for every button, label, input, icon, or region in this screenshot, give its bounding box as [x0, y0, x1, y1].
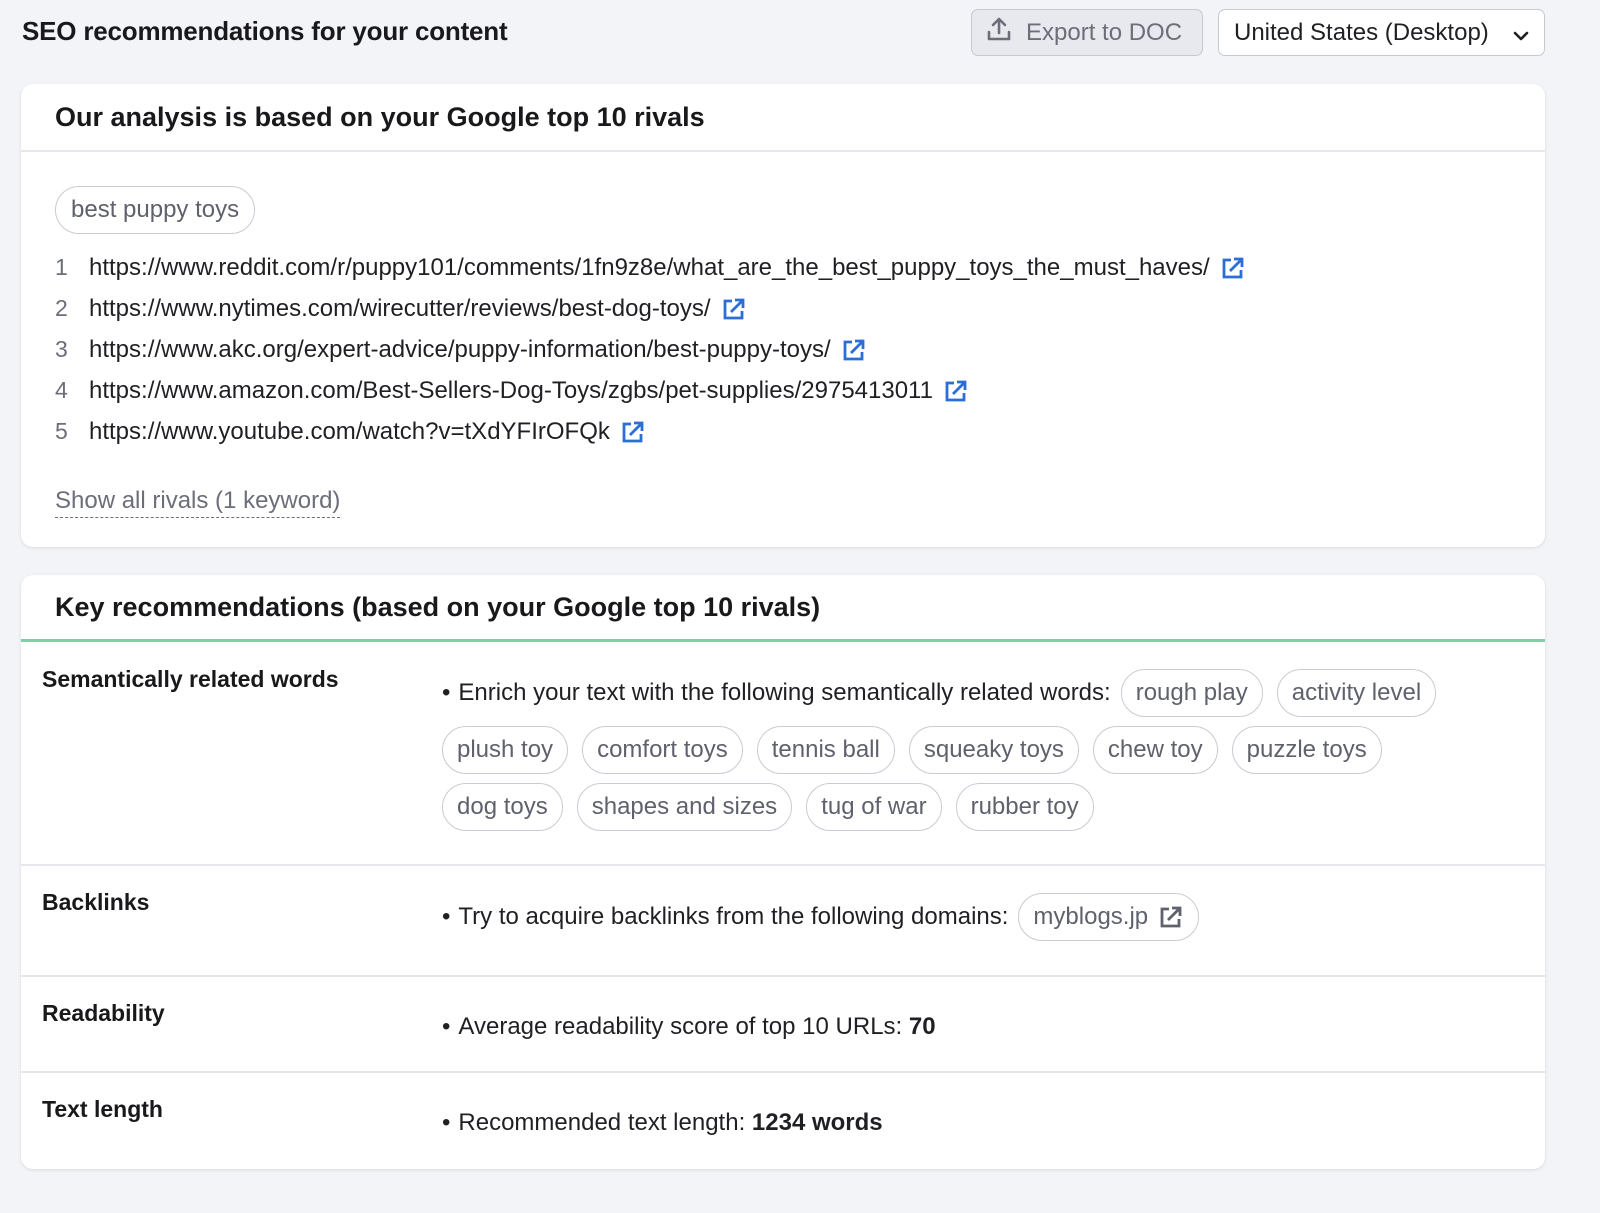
page-title: SEO recommendations for your content [22, 16, 508, 46]
semantic-word-chip[interactable]: shapes and sizes [576, 783, 793, 831]
external-link-icon[interactable] [721, 296, 747, 322]
bullet: • [442, 1109, 451, 1136]
rec-row-text-length: Text length • Recommended text length: 12… [21, 1073, 1545, 1169]
external-link-icon[interactable] [943, 378, 969, 404]
semantic-word-chip[interactable]: plush toy [442, 726, 569, 774]
semantic-word-chip[interactable]: tennis ball [756, 726, 895, 774]
rival-rank: 5 [55, 418, 68, 444]
semantic-word-chip[interactable]: tug of war [806, 783, 942, 831]
rec-row-semantic: Semantically related words • Enrich your … [21, 642, 1545, 866]
semantic-word-chip[interactable]: activity level [1276, 669, 1437, 717]
rivals-analysis-card: Our analysis is based on your Google top… [21, 84, 1545, 547]
readability-score: 70 [908, 1013, 936, 1040]
country-device-select[interactable]: United States (Desktop) [1218, 9, 1545, 56]
rec-body-backlinks: • Try to acquire backlinks from the follo… [442, 893, 1515, 941]
readability-text: Average readability score of top 10 URLs… [458, 1013, 903, 1040]
recommendations-card-title: Key recommendations (based on your Googl… [21, 575, 1545, 642]
upload-icon [986, 16, 1026, 49]
export-to-doc-button[interactable]: Export to DOC [971, 9, 1203, 56]
backlinks-text: Try to acquire backlinks from the follow… [458, 903, 1009, 930]
rec-row-backlinks: Backlinks • Try to acquire backlinks from… [21, 866, 1545, 977]
rival-url[interactable]: https://www.reddit.com/r/puppy101/commen… [89, 254, 1210, 282]
rivals-list: 1 https://www.reddit.com/r/puppy101/comm… [55, 247, 1246, 452]
backlink-domains-list: • Try to acquire backlinks from the follo… [442, 893, 1515, 941]
rec-body-readability: • Average readability score of top 10 URL… [442, 1013, 1515, 1041]
rival-rank: 1 [55, 254, 68, 280]
top-bar: SEO recommendations for your content Exp… [0, 0, 1600, 66]
rec-label-text-length: Text length [42, 1096, 163, 1122]
chevron-down-icon [1512, 24, 1530, 52]
rival-row: 3 https://www.akc.org/expert-advice/pupp… [55, 329, 1246, 370]
rival-row: 5 https://www.youtube.com/watch?v=tXdYFI… [55, 411, 1246, 452]
external-link-icon[interactable] [1220, 255, 1246, 281]
semantic-word-chip[interactable]: puzzle toys [1231, 726, 1382, 774]
backlinks-lead-text: • Try to acquire backlinks from the follo… [442, 903, 1008, 931]
rec-body-text-length: • Recommended text length: 1234 words [442, 1109, 1515, 1137]
rec-body-semantic: • Enrich your text with the following sem… [442, 669, 1515, 831]
backlink-domain-chip[interactable]: myblogs.jp [1018, 893, 1200, 941]
domain-label: myblogs.jp [1033, 903, 1149, 930]
external-link-icon[interactable] [620, 419, 646, 445]
rival-rank: 3 [55, 336, 68, 362]
rec-row-readability: Readability • Average readability score o… [21, 977, 1545, 1073]
keyword-chip[interactable]: best puppy toys [55, 186, 256, 234]
rec-label-backlinks: Backlinks [42, 889, 150, 915]
rival-url[interactable]: https://www.nytimes.com/wirecutter/revie… [89, 295, 711, 323]
bullet: • [442, 903, 451, 930]
analysis-card-title: Our analysis is based on your Google top… [21, 84, 1545, 152]
key-recommendations-card: Key recommendations (based on your Googl… [21, 575, 1545, 1169]
rival-row: 4 https://www.amazon.com/Best-Sellers-Do… [55, 370, 1246, 411]
external-link-icon [1160, 906, 1182, 928]
rival-url[interactable]: https://www.youtube.com/watch?v=tXdYFIrO… [89, 418, 610, 446]
semantic-word-chip[interactable]: dog toys [442, 783, 563, 831]
rival-row: 1 https://www.reddit.com/r/puppy101/comm… [55, 247, 1246, 288]
semantic-word-chip[interactable]: chew toy [1092, 726, 1218, 774]
country-select-value: United States (Desktop) [1234, 18, 1489, 46]
export-label: Export to DOC [1026, 18, 1183, 46]
rival-url[interactable]: https://www.akc.org/expert-advice/puppy-… [89, 336, 831, 364]
text-length-text: Recommended text length: [458, 1109, 746, 1136]
semantic-lead-text: • Enrich your text with the following sem… [442, 679, 1111, 707]
semantic-word-chip[interactable]: rubber toy [955, 783, 1094, 831]
rival-rank: 2 [55, 295, 68, 321]
semantic-words-list: • Enrich your text with the following sem… [442, 669, 1515, 831]
rival-rank: 4 [55, 377, 68, 403]
bullet: • [442, 1013, 451, 1040]
rival-row: 2 https://www.nytimes.com/wirecutter/rev… [55, 288, 1246, 329]
semantic-word-chip[interactable]: squeaky toys [908, 726, 1079, 774]
semantic-text: Enrich your text with the following sema… [458, 679, 1111, 706]
rec-label-readability: Readability [42, 1000, 165, 1026]
recommended-text-length: 1234 words [751, 1109, 883, 1136]
external-link-icon[interactable] [841, 337, 867, 363]
bullet: • [442, 679, 451, 706]
rec-label-semantic: Semantically related words [42, 666, 339, 692]
semantic-word-chip[interactable]: rough play [1120, 669, 1263, 717]
semantic-word-chip[interactable]: comfort toys [582, 726, 743, 774]
show-all-rivals-link[interactable]: Show all rivals (1 keyword) [55, 487, 341, 518]
rival-url[interactable]: https://www.amazon.com/Best-Sellers-Dog-… [89, 377, 933, 405]
